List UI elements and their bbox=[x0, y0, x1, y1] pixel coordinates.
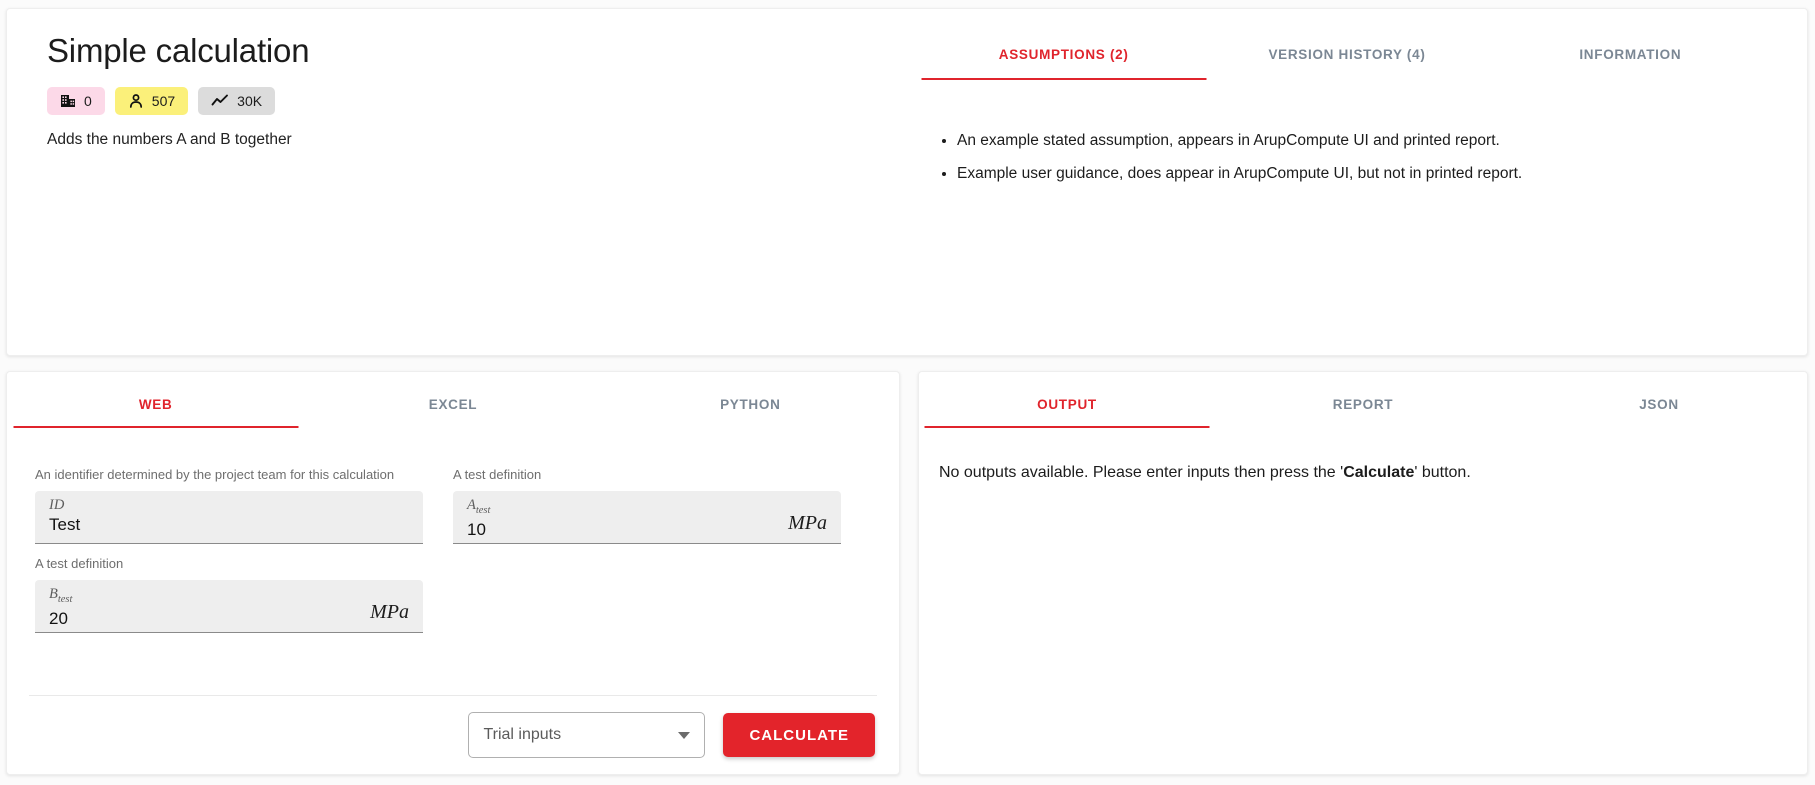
output-tabs: OUTPUT REPORT JSON bbox=[919, 372, 1807, 428]
tab-python[interactable]: PYTHON bbox=[602, 397, 899, 428]
trial-inputs-select[interactable]: Trial inputs bbox=[468, 712, 706, 758]
field-b-test-hint: A test definition bbox=[35, 556, 124, 571]
tab-assumptions[interactable]: ASSUMPTIONS (2) bbox=[922, 47, 1205, 80]
list-item: Example user guidance, does appear in Ar… bbox=[957, 157, 1757, 190]
app-root: Simple calculation 0 507 30K Adds the nu… bbox=[0, 0, 1815, 785]
assumptions-list: An example stated assumption, appears in… bbox=[937, 124, 1757, 190]
field-b-test-subscript: test bbox=[57, 593, 73, 605]
chevron-down-icon bbox=[678, 731, 691, 739]
field-b-test-symbol: B bbox=[49, 586, 58, 602]
badge-users[interactable]: 507 bbox=[114, 87, 189, 115]
trial-inputs-select-value: Trial inputs bbox=[483, 726, 562, 743]
tab-assumptions-label: ASSUMPTIONS (2) bbox=[998, 47, 1129, 62]
building-icon bbox=[60, 93, 76, 109]
tab-output-label: OUTPUT bbox=[1037, 397, 1097, 412]
field-b-test: A test definition Btest MPa bbox=[35, 556, 453, 633]
output-empty-message: No outputs available. Please enter input… bbox=[939, 464, 1787, 482]
field-a-test-hint: A test definition bbox=[453, 467, 542, 482]
tab-json[interactable]: JSON bbox=[1511, 397, 1807, 428]
tab-python-label: PYTHON bbox=[720, 397, 781, 412]
field-a-test-label: Atest bbox=[467, 498, 827, 518]
tab-report-label: REPORT bbox=[1332, 397, 1394, 412]
tab-web-label: WEB bbox=[138, 397, 173, 412]
tab-excel-label: EXCEL bbox=[428, 397, 478, 412]
field-b-test-input[interactable] bbox=[49, 606, 301, 631]
tab-information-label: INFORMATION bbox=[1579, 47, 1682, 62]
person-icon bbox=[128, 93, 144, 109]
field-id-label: ID bbox=[49, 498, 409, 513]
field-b-test-box[interactable]: Btest MPa bbox=[35, 580, 423, 633]
trend-line-icon bbox=[211, 93, 229, 109]
badge-projects[interactable]: 0 bbox=[47, 87, 105, 115]
input-actions: Trial inputs CALCULATE bbox=[468, 712, 875, 758]
calculation-summary: Simple calculation 0 507 30K Adds the nu… bbox=[47, 29, 747, 149]
tab-json-label: JSON bbox=[1639, 397, 1679, 412]
output-card: OUTPUT REPORT JSON No outputs available.… bbox=[918, 371, 1808, 775]
tab-version-history-label: VERSION HISTORY (4) bbox=[1268, 47, 1426, 62]
field-a-test-box[interactable]: Atest MPa bbox=[453, 491, 841, 544]
input-fields: An identifier determined by the project … bbox=[35, 467, 871, 645]
field-a-test-subscript: test bbox=[475, 504, 491, 516]
calculation-description: Adds the numbers A and B together bbox=[47, 131, 292, 148]
action-divider bbox=[29, 695, 877, 696]
field-a-test-symbol: A bbox=[467, 497, 476, 513]
badge-projects-value: 0 bbox=[84, 93, 92, 109]
input-card: WEB EXCEL PYTHON An identifier determine… bbox=[6, 371, 900, 775]
field-id: An identifier determined by the project … bbox=[35, 467, 453, 544]
info-tabs: ASSUMPTIONS (2) VERSION HISTORY (4) INFO… bbox=[922, 47, 1772, 80]
tab-web[interactable]: WEB bbox=[7, 397, 304, 428]
tab-version-history[interactable]: VERSION HISTORY (4) bbox=[1205, 47, 1488, 80]
field-a-test-input[interactable] bbox=[467, 517, 719, 542]
output-message-bold: Calculate bbox=[1343, 464, 1415, 481]
tab-information[interactable]: INFORMATION bbox=[1489, 47, 1772, 80]
field-id-symbol: ID bbox=[49, 497, 65, 513]
badge-runs-value: 30K bbox=[237, 93, 263, 109]
tab-output[interactable]: OUTPUT bbox=[919, 397, 1215, 428]
badge-users-value: 507 bbox=[151, 93, 176, 109]
tab-excel[interactable]: EXCEL bbox=[304, 397, 601, 428]
output-message-suffix: ' button. bbox=[1414, 464, 1471, 481]
field-a-test: A test definition Atest MPa bbox=[453, 467, 871, 544]
field-id-box[interactable]: ID bbox=[35, 491, 423, 544]
calculation-header-card: Simple calculation 0 507 30K Adds the nu… bbox=[6, 8, 1808, 356]
badge-runs[interactable]: 30K bbox=[198, 87, 276, 115]
page-title: Simple calculation bbox=[47, 32, 310, 69]
field-b-test-label: Btest bbox=[49, 587, 409, 607]
calculate-button[interactable]: CALCULATE bbox=[723, 713, 875, 757]
output-message-prefix: No outputs available. Please enter input… bbox=[939, 464, 1344, 481]
field-id-hint: An identifier determined by the project … bbox=[35, 467, 395, 482]
field-id-input[interactable] bbox=[49, 513, 301, 537]
tab-report[interactable]: REPORT bbox=[1215, 397, 1511, 428]
input-tabs: WEB EXCEL PYTHON bbox=[7, 372, 899, 428]
stat-badges: 0 507 30K bbox=[47, 87, 747, 115]
field-b-test-unit: MPa bbox=[370, 601, 409, 623]
list-item: An example stated assumption, appears in… bbox=[957, 124, 1757, 157]
field-a-test-unit: MPa bbox=[788, 512, 827, 534]
